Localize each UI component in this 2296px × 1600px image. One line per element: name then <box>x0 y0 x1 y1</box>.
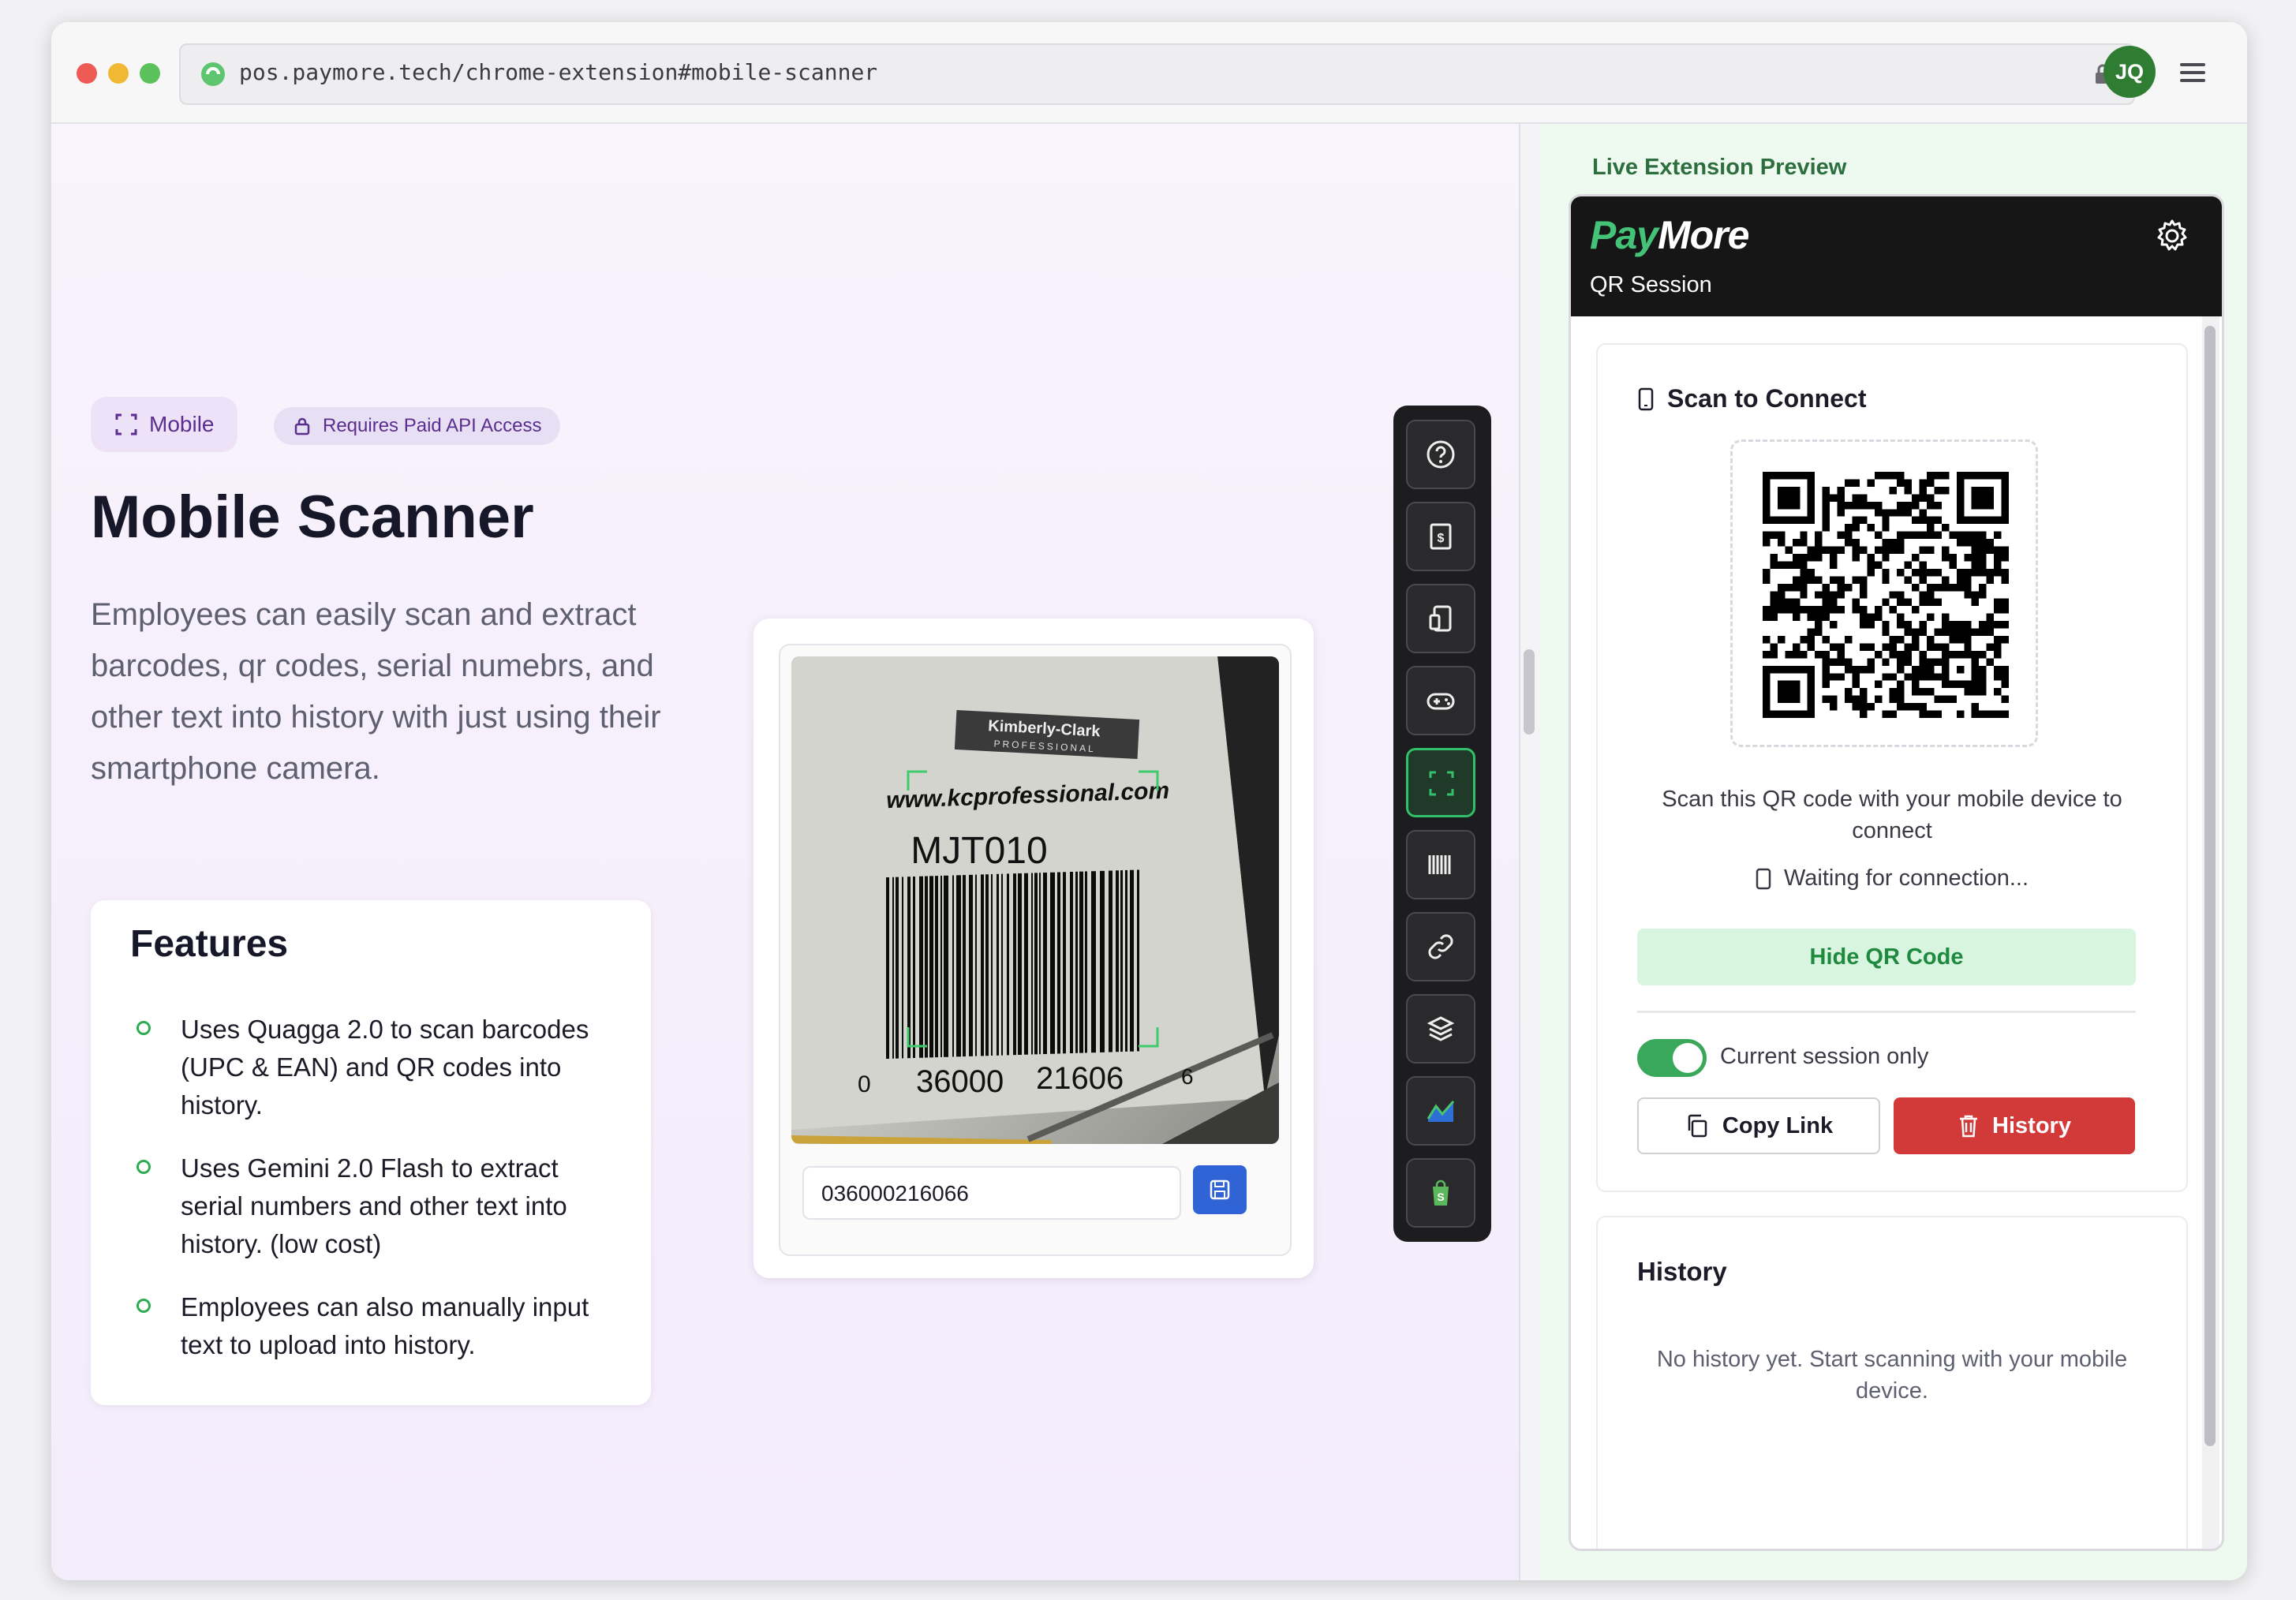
barcode-icon <box>1428 855 1451 874</box>
copy-icon <box>1688 1114 1707 1138</box>
layers-icon <box>1427 1016 1455 1041</box>
scan-button[interactable] <box>1406 748 1475 817</box>
waiting-text: Waiting for connection... <box>1783 865 2029 891</box>
photo-barcode-mid1: 36000 <box>916 1064 1004 1099</box>
history-heading: History <box>1637 1257 1727 1286</box>
history-button[interactable]: History <box>1894 1097 2135 1154</box>
panel-divider[interactable] <box>1519 124 1543 1580</box>
help-button[interactable] <box>1406 420 1475 489</box>
browser-titlebar: pos.paymore.tech/chrome-extension#mobile… <box>51 22 2247 124</box>
photo-barcode-left: 0 <box>858 1071 871 1097</box>
session-toggle[interactable] <box>1637 1039 1707 1077</box>
save-button[interactable] <box>1193 1165 1247 1214</box>
preview-label: Live Extension Preview <box>1592 155 1847 180</box>
photo-model: MJT010 <box>911 830 1047 872</box>
copy-link-button[interactable]: Copy Link <box>1637 1097 1880 1154</box>
shopify-button[interactable]: S <box>1406 1158 1475 1228</box>
gamepad-icon <box>1427 693 1455 710</box>
hamburger-menu-icon[interactable] <box>2177 57 2208 88</box>
qr-code-image <box>1763 472 2009 718</box>
qr-code <box>1730 439 2038 747</box>
gear-icon[interactable] <box>2153 217 2191 255</box>
barcode-button[interactable] <box>1406 830 1475 899</box>
shopify-icon: S <box>1433 1179 1449 1206</box>
camera-photo: Kimberly-Clark PROFESSIONAL www.kcprofes… <box>791 656 1279 1144</box>
chart-button[interactable] <box>1406 1076 1475 1146</box>
site-icon <box>201 62 225 86</box>
connection-status: Waiting for connection... <box>1598 865 2186 892</box>
page-title: Mobile Scanner <box>91 484 534 551</box>
scrollbar-thumb[interactable] <box>2204 326 2216 1446</box>
feature-item: Uses Quagga 2.0 to scan barcodes (UPC & … <box>130 1011 619 1124</box>
separator <box>1637 1011 2136 1013</box>
feature-text: Uses Quagga 2.0 to scan barcodes (UPC & … <box>181 1015 589 1120</box>
toggle-knob <box>1673 1043 1703 1073</box>
layers-button[interactable] <box>1406 994 1475 1064</box>
bullet-icon <box>136 1021 151 1035</box>
chart-icon <box>1427 1101 1455 1122</box>
history-button-label: History <box>1992 1112 2071 1138</box>
svg-text:$: $ <box>1438 532 1445 545</box>
close-window-button[interactable] <box>77 63 97 84</box>
feature-item: Uses Gemini 2.0 Flash to extract serial … <box>130 1150 619 1263</box>
save-icon <box>1210 1179 1230 1200</box>
photo-barcode-right: 6 <box>1181 1064 1194 1089</box>
tag-paid-label: Requires Paid API Access <box>323 415 542 436</box>
link-button[interactable] <box>1406 912 1475 981</box>
url-text: pos.paymore.tech/chrome-extension#mobile… <box>239 59 878 85</box>
gamepad-button[interactable] <box>1406 666 1475 735</box>
trash-icon <box>1960 1115 1978 1138</box>
main-content: Mobile Requires Paid API Access Mobile S… <box>51 124 1519 1580</box>
features-card: Features Uses Quagga 2.0 to scan barcode… <box>91 900 651 1405</box>
code-input[interactable]: 036000216066 <box>802 1166 1181 1220</box>
devices-icon <box>1429 605 1452 632</box>
tag-mobile: Mobile <box>91 397 238 452</box>
feature-item: Employees can also manually input text t… <box>130 1288 619 1364</box>
scanner-card: Kimberly-Clark PROFESSIONAL www.kcprofes… <box>753 619 1314 1278</box>
browser-window: pos.paymore.tech/chrome-extension#mobile… <box>51 22 2247 1580</box>
bullet-icon <box>136 1299 151 1313</box>
session-subtitle: QR Session <box>1590 272 1712 297</box>
history-card: History No history yet. Start scanning w… <box>1596 1216 2188 1549</box>
receipt-button[interactable]: $ <box>1406 502 1475 571</box>
minimize-window-button[interactable] <box>108 63 129 84</box>
paymore-logo: PayMore <box>1590 213 1749 257</box>
connect-card: Scan to Connect Scan this QR code with y… <box>1596 343 2188 1192</box>
address-bar[interactable]: pos.paymore.tech/chrome-extension#mobile… <box>179 43 2135 105</box>
photo-barcode-mid2: 21606 <box>1036 1061 1124 1096</box>
connect-title-text: Scan to Connect <box>1667 384 1867 413</box>
receipt-icon: $ <box>1430 523 1452 550</box>
phone-icon <box>1638 387 1654 410</box>
avatar[interactable]: JQ <box>2103 46 2156 98</box>
lock-icon <box>294 417 310 436</box>
hide-qr-button[interactable]: Hide QR Code <box>1637 929 2136 985</box>
connect-title: Scan to Connect <box>1637 384 1866 413</box>
resize-handle[interactable] <box>1524 649 1535 735</box>
maximize-window-button[interactable] <box>140 63 160 84</box>
scan-icon <box>1429 771 1454 796</box>
scanner-frame: Kimberly-Clark PROFESSIONAL www.kcprofes… <box>779 644 1292 1256</box>
toggle-label: Current session only <box>1720 1044 1929 1069</box>
tag-paid-api: Requires Paid API Access <box>274 407 561 445</box>
svg-text:S: S <box>1437 1191 1444 1203</box>
feature-text: Uses Gemini 2.0 Flash to extract serial … <box>181 1153 567 1258</box>
copy-link-label: Copy Link <box>1722 1112 1834 1138</box>
tag-mobile-label: Mobile <box>149 412 215 436</box>
help-icon <box>1427 440 1455 469</box>
phone-icon <box>1756 868 1771 889</box>
devices-button[interactable] <box>1406 584 1475 653</box>
scan-hint: Scan this QR code with your mobile devic… <box>1662 787 2122 843</box>
scan-frame-icon <box>115 413 137 436</box>
extension-toolbar: $ S <box>1393 406 1491 1242</box>
bullet-icon <box>136 1160 151 1174</box>
history-empty-text: No history yet. Start scanning with your… <box>1656 1347 2128 1404</box>
feature-text: Employees can also manually input text t… <box>181 1292 589 1359</box>
extension-preview: PayMore QR Session Scan to Connect Scan … <box>1569 194 2224 1551</box>
page-description: Employees can easily scan and extract ba… <box>91 597 661 786</box>
extension-header: PayMore QR Session <box>1571 196 2222 316</box>
features-heading: Features <box>130 923 289 965</box>
features-list: Uses Quagga 2.0 to scan barcodes (UPC & … <box>130 1011 619 1389</box>
link-icon <box>1428 934 1453 959</box>
